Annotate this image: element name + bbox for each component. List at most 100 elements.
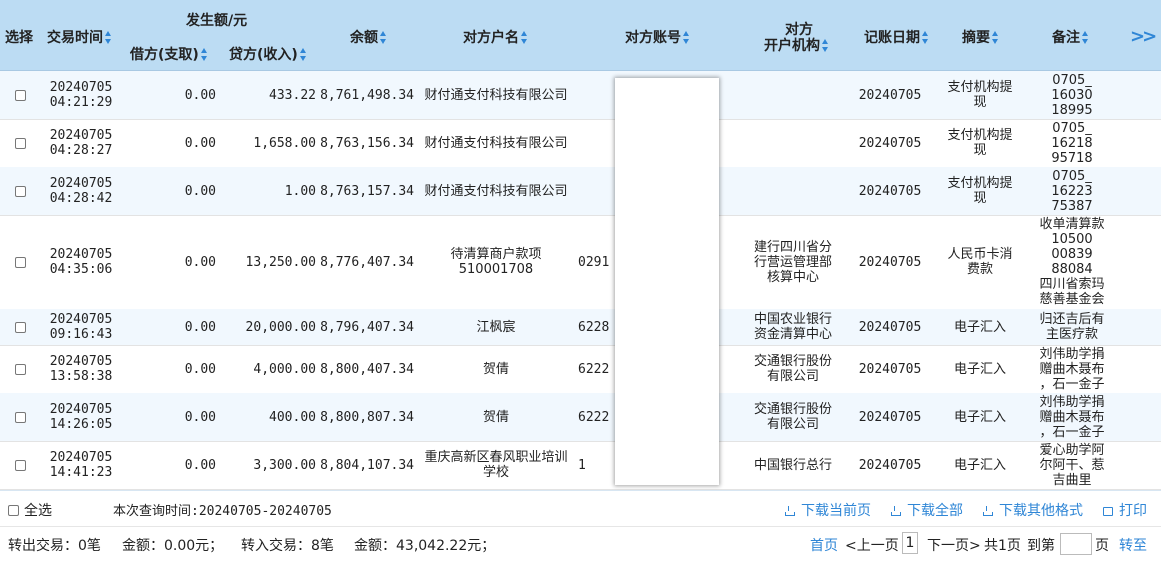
row-select[interactable] <box>13 309 27 345</box>
expand-columns-icon[interactable]: >> <box>1130 26 1157 47</box>
first-page-link[interactable]: 首页 <box>810 535 838 555</box>
header-counterparty-name[interactable]: 对方户名 <box>463 27 528 47</box>
header-summary[interactable]: 摘要 <box>962 27 999 47</box>
credit-amount: 400.00 <box>269 409 316 425</box>
summary: 支付机构提现 <box>947 80 1013 110</box>
download-all-button[interactable]: 下载全部 <box>891 500 963 520</box>
sort-icon[interactable] <box>1082 31 1089 45</box>
debit-amount: 0.00 <box>184 135 216 151</box>
redaction-box <box>615 78 719 485</box>
sort-icon[interactable] <box>299 48 307 62</box>
row-checkbox[interactable] <box>14 363 26 375</box>
note-line: 16030 <box>1051 87 1093 103</box>
post-date: 20240705 <box>858 254 922 270</box>
post-date: 20240705 <box>858 457 922 473</box>
transaction-time: 20240705 13:58:38 <box>49 354 113 384</box>
note-line: ，石一金子 <box>1039 376 1105 392</box>
row-checkbox[interactable] <box>14 89 26 101</box>
header-select: 选择 <box>5 30 33 46</box>
counterparty-name: 财付通支付科技有限公司 <box>424 87 568 103</box>
sort-icon[interactable] <box>380 31 387 45</box>
summary: 支付机构提现 <box>947 128 1013 158</box>
note-line: 主医疗款 <box>1045 327 1098 342</box>
table-row[interactable]: 20240705 04:35:06 0.00 13,250.00 8,776,40… <box>0 215 1161 310</box>
note-line: 爱心助学阿 <box>1039 442 1105 458</box>
header-note[interactable]: 备注 <box>1052 27 1089 47</box>
select-all[interactable]: 全选 <box>8 500 52 520</box>
post-date: 20240705 <box>858 319 922 335</box>
download-other-format-button[interactable]: 下载其他格式 <box>983 500 1083 520</box>
note-line: 88084 <box>1051 262 1093 277</box>
sort-icon[interactable] <box>992 31 999 45</box>
row-select[interactable] <box>13 119 27 167</box>
balance: 8,804,107.34 <box>320 457 414 473</box>
credit-amount: 433.22 <box>269 87 316 103</box>
note-line: 赠曲木聂布 <box>1039 409 1105 425</box>
table-row[interactable]: 20240705 13:58:38 0.00 4,000.00 8,800,407… <box>0 345 1161 394</box>
debit-amount: 0.00 <box>184 361 216 377</box>
in-count: 转入交易：8笔 <box>241 538 334 554</box>
sort-icon[interactable] <box>822 39 829 53</box>
goto-label: 到第 <box>1027 538 1055 554</box>
table-row[interactable]: 20240705 09:16:43 0.00 20,000.00 8,796,40… <box>0 309 1161 346</box>
note: 收单清算款 10500 00839 88084 四川省索玛 慈善基金会 <box>1028 215 1116 309</box>
table-row[interactable]: 20240705 04:28:27 0.00 1,658.00 8,763,156… <box>0 119 1161 168</box>
row-checkbox[interactable] <box>14 185 26 197</box>
print-button[interactable]: 打印 <box>1103 500 1147 520</box>
goto-button[interactable]: 转至 <box>1119 535 1147 555</box>
summary: 电子汇入 <box>953 319 1006 335</box>
header-balance[interactable]: 余额 <box>350 27 387 47</box>
sort-icon[interactable] <box>200 48 208 62</box>
row-select[interactable] <box>13 345 27 393</box>
note-line: 16223 <box>1051 183 1093 199</box>
note-line: 00839 <box>1051 247 1093 262</box>
row-select[interactable] <box>13 71 27 119</box>
note-line: ，石一金子 <box>1039 424 1105 440</box>
counterparty-name: 待清算商户款项510001708 <box>450 247 542 277</box>
goto-page-input[interactable] <box>1060 533 1092 555</box>
note: 0705_ 16223 75387 <box>1028 167 1116 215</box>
row-select[interactable] <box>13 393 27 441</box>
row-checkbox[interactable] <box>14 459 26 471</box>
note: 刘伟助学捐 赠曲木聂布 ，石一金子 <box>1028 345 1116 393</box>
summary: 电子汇入 <box>953 457 1006 473</box>
sort-icon[interactable] <box>105 31 112 45</box>
row-checkbox[interactable] <box>14 256 26 268</box>
current-page: 1 <box>902 532 918 554</box>
note-line: 归还吉后有 <box>1039 312 1105 327</box>
sort-icon[interactable] <box>521 31 528 45</box>
note: 0705_ 16218 95718 <box>1028 119 1116 167</box>
row-select[interactable] <box>13 441 27 489</box>
balance: 8,763,157.34 <box>320 183 414 199</box>
select-all-checkbox[interactable] <box>8 505 19 516</box>
header-counterparty-bank[interactable]: 开户机构 <box>764 35 829 55</box>
note-line: 0705_ <box>1052 168 1092 184</box>
sort-icon[interactable] <box>922 31 929 45</box>
next-page-link[interactable]: 下一页> <box>927 535 981 555</box>
table-row[interactable]: 20240705 14:41:23 0.00 3,300.00 8,804,107… <box>0 441 1161 490</box>
debit-amount: 0.00 <box>184 183 216 199</box>
table-row[interactable]: 20240705 04:28:42 0.00 1.00 8,763,157.34 … <box>0 167 1161 216</box>
row-select[interactable] <box>13 167 27 215</box>
header-credit[interactable]: 贷方(收入) <box>229 44 307 64</box>
header-post-date[interactable]: 记账日期 <box>864 27 929 47</box>
row-checkbox[interactable] <box>14 321 26 333</box>
header-time[interactable]: 交易时间 <box>47 27 112 47</box>
header-counterparty-account[interactable]: 对方账号 <box>625 27 690 47</box>
download-page-button[interactable]: 下载当前页 <box>785 500 871 520</box>
row-checkbox[interactable] <box>14 411 26 423</box>
counterparty-bank <box>740 71 846 119</box>
row-select[interactable] <box>13 215 27 309</box>
download-icon <box>891 506 901 516</box>
counterparty-name: 贺倩 <box>482 361 509 377</box>
table-row[interactable]: 20240705 04:21:29 0.00 433.22 8,761,498.3… <box>0 71 1161 120</box>
post-date: 20240705 <box>858 183 922 199</box>
row-checkbox[interactable] <box>14 137 26 149</box>
table-row[interactable]: 20240705 14:26:05 0.00 400.00 8,800,807.3… <box>0 393 1161 442</box>
summary: 人民币卡消费款 <box>947 247 1013 277</box>
note-line: 0705_ <box>1052 72 1092 88</box>
prev-page-link[interactable]: <上一页 <box>845 535 899 555</box>
note-line: 95718 <box>1051 150 1093 166</box>
sort-icon[interactable] <box>683 31 690 45</box>
header-debit[interactable]: 借方(支取) <box>130 44 208 64</box>
